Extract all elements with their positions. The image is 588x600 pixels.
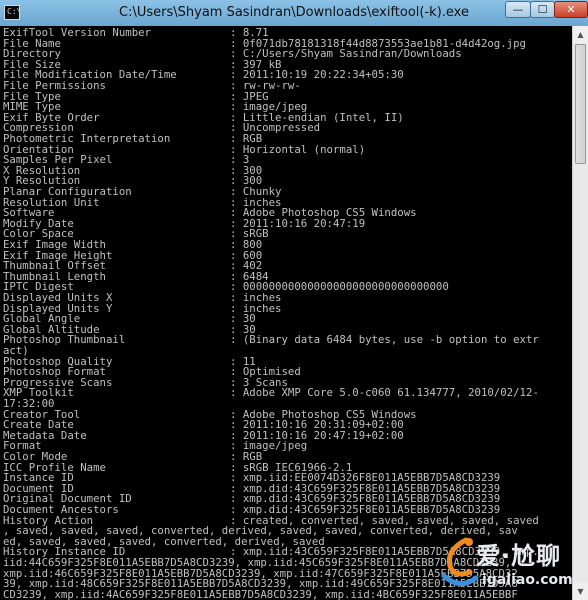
close-button[interactable]: ✕ bbox=[554, 1, 588, 18]
watermark-logo: 爱·尬聊 igaliao.com bbox=[436, 532, 586, 598]
scroll-up-arrow-icon[interactable]: ▲ bbox=[573, 26, 588, 43]
watermark-url: igaliao.com bbox=[482, 572, 573, 588]
minimize-button[interactable]: — bbox=[505, 1, 531, 18]
console-output[interactable]: ExifTool Version Number: 8.71 File Name: … bbox=[0, 26, 572, 600]
tag-value: : (Binary data 6484 bytes, use -b option… bbox=[230, 333, 539, 347]
watermark-text: 爱·尬聊 bbox=[476, 542, 562, 570]
watermark-swirl-icon bbox=[441, 537, 479, 586]
console-window: C:\ C:\Users\Shyam Sasindran\Downloads\e… bbox=[0, 0, 588, 600]
window-title: C:\Users\Shyam Sasindran\Downloads\exift… bbox=[119, 5, 469, 20]
title-bar[interactable]: C:\ C:\Users\Shyam Sasindran\Downloads\e… bbox=[0, 0, 588, 26]
tag-value: : Adobe XMP Core 5.0-c060 61.134777, 201… bbox=[230, 386, 539, 400]
vertical-scrollbar[interactable]: ▲ ▼ bbox=[572, 26, 588, 600]
tag-value: : Horizontal (normal) bbox=[230, 142, 366, 156]
maximize-button[interactable]: ☐ bbox=[530, 1, 555, 18]
scroll-thumb[interactable] bbox=[575, 44, 586, 164]
